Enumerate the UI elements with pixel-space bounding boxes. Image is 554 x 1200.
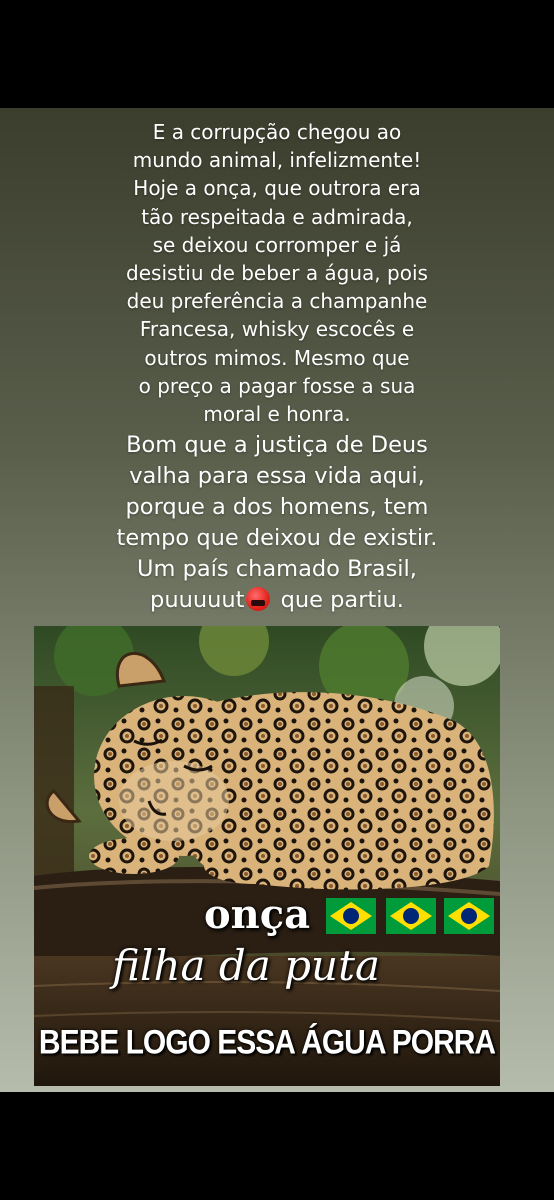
meme-caption-onca: onça bbox=[204, 891, 311, 938]
top-letterbox bbox=[0, 0, 554, 108]
story-line: valha para essa vida aqui, bbox=[129, 463, 425, 490]
story-line: Francesa, whisky escocês e bbox=[139, 317, 415, 342]
brazil-flag-icon bbox=[326, 898, 376, 934]
story-line: E a corrupção chegou ao bbox=[152, 120, 402, 144]
story-text: E a corrupção chegou ao mundo animal, in… bbox=[0, 118, 554, 616]
story-line: Hoje a onça, que outrora era bbox=[133, 176, 421, 201]
story-line: moral e honra. bbox=[203, 402, 351, 427]
jaguar-photo bbox=[34, 626, 500, 1086]
story-paragraph-2: Bom que a justiça de Deus valha para ess… bbox=[0, 430, 554, 616]
story-background: E a corrupção chegou ao mundo animal, in… bbox=[0, 108, 554, 1092]
story-line: mundo animal, infelizmente! bbox=[132, 148, 422, 173]
story-line: deu preferência a champanhe bbox=[126, 289, 428, 314]
story-line: desistiu de beber a água, pois bbox=[126, 261, 428, 286]
meme-caption-filha: filha da puta bbox=[112, 941, 381, 990]
story-line: o preço a pagar fosse a sua bbox=[138, 373, 416, 398]
brazil-flag-icon bbox=[444, 898, 494, 934]
story-line: Um país chamado Brasil, bbox=[137, 556, 417, 583]
jaguar-meme-image: onça filha da puta BEBE LOGO ESSA ÁGUA P… bbox=[34, 626, 500, 1086]
meme-caption-bebe: BEBE LOGO ESSA ÁGUA PORRA bbox=[38, 1023, 496, 1062]
story-line: Bom que a justiça de Deus bbox=[126, 432, 428, 459]
story-last-line-start: puuuuut bbox=[150, 587, 245, 614]
story-line: porque a dos homens, tem bbox=[125, 494, 429, 521]
story-last-line-end: que partiu. bbox=[273, 587, 404, 614]
story-last-line: puuuuut que partiu. bbox=[0, 585, 554, 616]
story-paragraph-1: E a corrupção chegou ao mundo animal, in… bbox=[0, 118, 554, 428]
story-line: tempo que deixou de existir. bbox=[116, 525, 438, 552]
bottom-letterbox bbox=[0, 1092, 554, 1200]
brazil-flag-icon bbox=[386, 898, 436, 934]
story-line: outros mimos. Mesmo que bbox=[144, 345, 410, 370]
angry-face-icon bbox=[246, 587, 271, 612]
story-line: tão respeitada e admirada, bbox=[141, 204, 413, 229]
story-line: se deixou corromper e já bbox=[152, 232, 402, 257]
